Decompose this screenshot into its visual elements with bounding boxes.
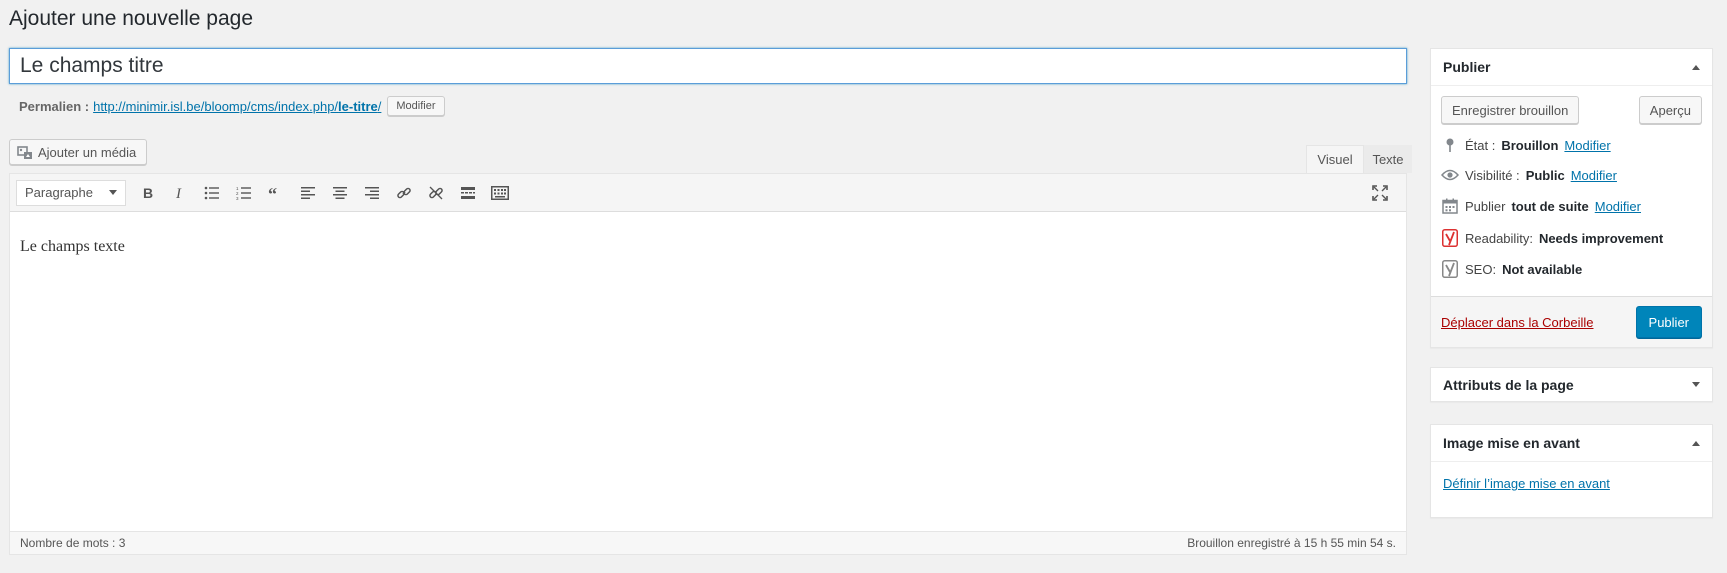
bullet-list-icon[interactable] — [196, 178, 228, 208]
status-row: État : Brouillon Modifier — [1431, 130, 1712, 160]
svg-text:B: B — [143, 186, 153, 200]
format-select[interactable]: Paragraphe — [16, 179, 126, 206]
svg-text:“: “ — [268, 186, 277, 200]
add-media-label: Ajouter un média — [38, 144, 137, 160]
align-right-icon[interactable] — [356, 178, 388, 208]
yoast-seo-icon — [1441, 260, 1459, 278]
publish-box-title: Publier — [1443, 59, 1491, 75]
page-attributes-box: Attributs de la page — [1430, 367, 1713, 402]
seo-value: Not available — [1502, 261, 1583, 277]
set-featured-image-link[interactable]: Définir l’image mise en avant — [1443, 476, 1610, 491]
svg-text:I: I — [175, 186, 182, 200]
readability-value: Needs improvement — [1538, 230, 1664, 246]
eye-icon — [1441, 166, 1459, 184]
tab-visual[interactable]: Visuel — [1306, 145, 1364, 173]
read-more-icon[interactable] — [452, 178, 484, 208]
readability-row: Readability: Needs improvement — [1431, 222, 1712, 254]
link-icon[interactable] — [388, 178, 420, 208]
yoast-readability-icon — [1441, 229, 1459, 247]
svg-text:3: 3 — [236, 196, 239, 200]
bold-icon[interactable]: B — [132, 178, 164, 208]
tab-text[interactable]: Texte — [1364, 145, 1412, 173]
publish-actions: Enregistrer brouillon Aperçu — [1431, 86, 1712, 130]
draft-saved-status: Brouillon enregistré à 15 h 55 min 54 s. — [1187, 536, 1396, 550]
featured-image-box: Image mise en avant Définir l’image mise… — [1430, 424, 1713, 518]
permalink-edit-button[interactable]: Modifier — [387, 96, 445, 116]
publish-box: Publier Enregistrer brouillon Aperçu Éta… — [1430, 48, 1713, 348]
page-attributes-header[interactable]: Attributs de la page — [1431, 368, 1712, 401]
pin-icon — [1441, 136, 1459, 154]
title-input-value: Le champs titre — [20, 54, 164, 77]
editor-statusbar: Nombre de mots : 3 Brouillon enregistré … — [10, 531, 1406, 554]
calendar-icon — [1441, 197, 1459, 215]
schedule-row: Publier tout de suite Modifier — [1431, 190, 1712, 222]
page-attributes-title: Attributs de la page — [1443, 376, 1574, 393]
fullscreen-icon[interactable] — [1364, 178, 1396, 208]
toolbar-toggle-icon[interactable] — [484, 178, 516, 208]
align-left-icon[interactable] — [292, 178, 324, 208]
preview-button[interactable]: Aperçu — [1638, 96, 1702, 124]
editor-content[interactable]: Le champs texte — [10, 212, 1406, 282]
publish-footer: Déplacer dans la Corbeille Publier — [1431, 296, 1712, 347]
word-count: Nombre de mots : 3 — [20, 536, 126, 550]
title-input[interactable]: Le champs titre — [9, 48, 1407, 84]
publish-button[interactable]: Publier — [1635, 306, 1702, 338]
featured-image-title: Image mise en avant — [1443, 435, 1580, 451]
content-editor: Paragraphe B I 123 “ Le champs texte Nom… — [9, 173, 1407, 555]
numbered-list-icon[interactable]: 123 — [228, 178, 260, 208]
save-draft-button[interactable]: Enregistrer brouillon — [1441, 96, 1580, 124]
format-select-value: Paragraphe — [25, 185, 93, 200]
seo-row: SEO: Not available — [1431, 254, 1712, 284]
collapse-arrow-icon[interactable] — [1692, 440, 1700, 446]
visibility-edit-link[interactable]: Modifier — [1571, 168, 1617, 183]
page-title: Ajouter une nouvelle page — [9, 7, 254, 30]
permalink-label: Permalien : — [19, 98, 90, 114]
blockquote-icon[interactable]: “ — [260, 178, 292, 208]
status-edit-link[interactable]: Modifier — [1564, 138, 1610, 153]
visibility-row: Visibilité : Public Modifier — [1431, 160, 1712, 190]
visibility-value: Public — [1525, 167, 1565, 183]
featured-image-header[interactable]: Image mise en avant — [1431, 425, 1712, 462]
status-value: Brouillon — [1501, 137, 1559, 153]
featured-image-body: Définir l’image mise en avant — [1431, 462, 1712, 505]
italic-icon[interactable]: I — [164, 178, 196, 208]
expand-arrow-icon[interactable] — [1692, 382, 1700, 387]
editor-toolbar: Paragraphe B I 123 “ — [10, 174, 1406, 212]
permalink-bar: Permalien : http://minimir.isl.be/bloomp… — [19, 96, 445, 116]
permalink-link[interactable]: http://minimir.isl.be/bloomp/cms/index.p… — [93, 99, 381, 114]
unlink-icon[interactable] — [420, 178, 452, 208]
align-center-icon[interactable] — [324, 178, 356, 208]
permalink-slug: le-titre — [338, 98, 378, 114]
collapse-arrow-icon[interactable] — [1692, 64, 1700, 70]
schedule-edit-link[interactable]: Modifier — [1595, 199, 1641, 214]
publish-box-header[interactable]: Publier — [1431, 49, 1712, 86]
schedule-value: tout de suite — [1511, 198, 1589, 214]
media-icon — [17, 144, 33, 160]
chevron-down-icon — [109, 190, 117, 195]
move-to-trash-link[interactable]: Déplacer dans la Corbeille — [1441, 315, 1593, 330]
add-media-button[interactable]: Ajouter un média — [9, 139, 147, 165]
